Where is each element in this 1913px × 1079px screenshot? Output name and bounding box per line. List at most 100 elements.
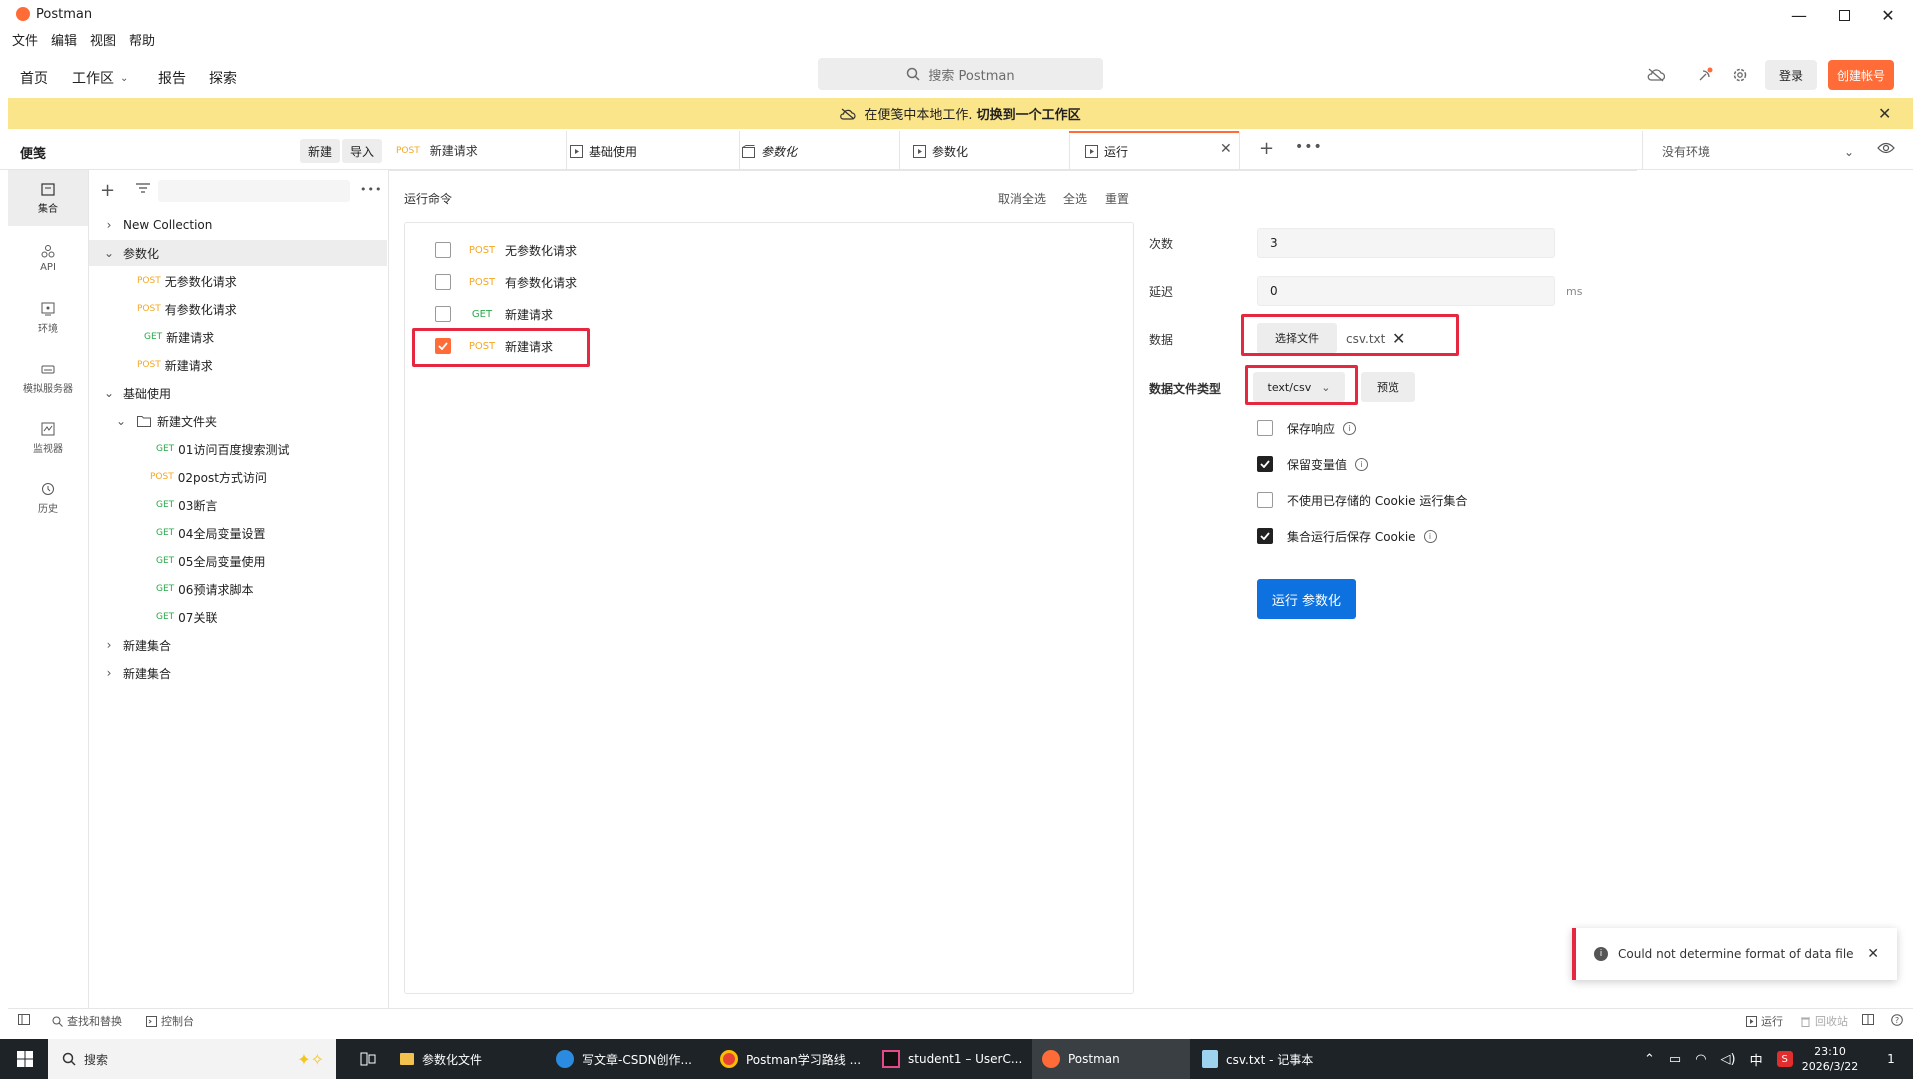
tab-post-new-request[interactable]: POST 新建请求 [389,131,567,170]
menu-view[interactable]: 视图 [90,30,116,52]
option-save-responses[interactable]: 保存响应 i [1257,418,1357,438]
nav-reports[interactable]: 报告 [158,68,186,88]
taskbar-app-chrome[interactable]: Postman学习路线 ... [720,1039,870,1079]
taskbar-app-intellij[interactable]: student1 – UserC... [882,1039,1032,1079]
run-order-item[interactable]: POST 有参数化请求 [435,270,577,294]
rail-environments[interactable]: 环境 [8,290,88,346]
taskbar-clock[interactable]: 23:10 2026/3/22 [1800,1039,1860,1079]
tray-chevron-up-icon[interactable]: ⌃ [1644,1052,1655,1067]
eye-icon[interactable] [1877,142,1895,154]
notification-center-icon[interactable]: 1 [1876,1039,1906,1079]
tree-request[interactable]: GET 04全局变量设置 [89,520,387,546]
collection-search-input[interactable] [158,180,350,202]
tree-basic-collection[interactable]: ⌄ 基础使用 [89,380,387,406]
find-replace-button[interactable]: 查找和替换 [52,1013,122,1029]
maximize-icon[interactable] [1826,4,1862,26]
tree-request[interactable]: GET 新建请求 [89,324,387,350]
new-button[interactable]: 新建 [300,139,341,163]
environment-select[interactable]: 没有环境 ⌄ [1662,143,1854,160]
sogou-ime-icon[interactable]: S [1776,1051,1793,1067]
tree-request[interactable]: GET 01访问百度搜索测试 [89,436,387,462]
checkbox[interactable] [1257,492,1273,508]
taskbar-app-notepad[interactable]: csv.txt - 记事本 [1202,1039,1352,1079]
satellite-icon[interactable] [1694,64,1716,86]
settings-gear-icon[interactable] [1729,64,1751,86]
option-no-stored-cookies[interactable]: 不使用已存储的 Cookie 运行集合 [1257,490,1467,510]
battery-icon[interactable]: ▭ [1669,1052,1681,1067]
add-collection-plus-icon[interactable]: + [100,180,115,201]
cloud-offline-icon[interactable] [1645,64,1667,86]
tree-new-collection[interactable]: › New Collection [89,212,387,238]
iterations-input[interactable]: 3 [1257,228,1555,258]
nav-workspaces[interactable]: 工作区 ⌄ [72,68,128,88]
taskbar-app-edge[interactable]: 写文章-CSDN创作... [556,1039,706,1079]
deselect-all-link[interactable]: 取消全选 [998,190,1046,207]
search-box[interactable]: 搜索 Postman [818,58,1103,90]
wifi-icon[interactable]: ◠ [1695,1052,1706,1067]
request-checkbox[interactable] [435,274,451,290]
taskbar-search-box[interactable]: 搜索 ✦✧ [48,1039,336,1079]
menu-file[interactable]: 文件 [12,30,38,52]
signin-button[interactable]: 登录 [1765,60,1817,90]
tree-new-collection[interactable]: › 新建集合 [89,632,387,658]
sidebar-more-icon[interactable]: ••• [360,183,382,196]
tree-request[interactable]: GET 06预请求脚本 [89,576,387,602]
checkbox[interactable] [1257,420,1273,436]
volume-icon[interactable]: ◁) [1721,1052,1736,1067]
filter-icon[interactable] [135,182,151,194]
toast-close-icon[interactable]: ✕ [1867,946,1879,962]
windows-start-icon[interactable] [10,1039,40,1079]
tree-request[interactable]: POST 有参数化请求 [89,296,387,322]
delay-input[interactable]: 0 [1257,276,1555,306]
checkbox-checked[interactable] [1257,456,1273,472]
tree-request[interactable]: POST 新建请求 [89,352,387,378]
request-checkbox[interactable] [435,242,451,258]
menu-help[interactable]: 帮助 [129,30,155,52]
nav-home[interactable]: 首页 [20,68,48,88]
rail-mock-servers[interactable]: 模拟服务器 [8,350,88,406]
preview-button[interactable]: 预览 [1361,372,1415,402]
reset-link[interactable]: 重置 [1105,190,1129,207]
toggle-sidebar-icon[interactable] [18,1014,30,1025]
menu-edit[interactable]: 编辑 [51,30,77,52]
close-tab-icon[interactable]: ✕ [1220,141,1232,157]
select-all-link[interactable]: 全选 [1063,190,1087,207]
info-icon[interactable]: i [1423,529,1437,543]
tree-request[interactable]: POST 02post方式访问 [89,464,387,490]
info-icon[interactable]: i [1355,457,1369,471]
option-keep-variables[interactable]: 保留变量值 i [1257,454,1369,474]
taskbar-app-explorer[interactable]: 参数化文件 [398,1039,550,1079]
rail-collections[interactable]: 集合 [8,170,88,226]
import-button[interactable]: 导入 [342,139,383,163]
rail-apis[interactable]: API [8,230,88,286]
option-save-cookies[interactable]: 集合运行后保存 Cookie i [1257,526,1437,546]
request-checkbox[interactable] [435,306,451,322]
taskbar-app-postman[interactable]: Postman [1032,1039,1190,1079]
task-view-icon[interactable] [350,1039,386,1079]
nav-explore[interactable]: 探索 [209,68,237,88]
run-order-item[interactable]: POST 无参数化请求 [435,238,577,262]
tab-more-icon[interactable]: ••• [1295,139,1323,155]
two-pane-icon[interactable] [1862,1014,1874,1025]
console-button[interactable]: 控制台 [146,1013,194,1029]
tree-request[interactable]: GET 03断言 [89,492,387,518]
tree-params-collection[interactable]: ⌄ 参数化 [89,240,387,266]
rail-monitors[interactable]: 监视器 [8,410,88,466]
ime-indicator[interactable]: 中 [1750,1050,1763,1069]
rail-history[interactable]: 历史 [8,470,88,526]
tree-request[interactable]: POST 无参数化请求 [89,268,387,294]
create-account-button[interactable]: 创建帐号 [1828,60,1894,90]
info-icon[interactable]: i [1343,421,1357,435]
trash-button[interactable]: 回收站 [1800,1013,1848,1029]
switch-workspace-link[interactable]: 切换到一个工作区 [977,104,1081,123]
tree-request[interactable]: GET 07关联 [89,604,387,630]
checkbox-checked[interactable] [1257,528,1273,544]
minimize-icon[interactable]: — [1781,4,1817,26]
tree-new-collection[interactable]: › 新建集合 [89,660,387,686]
runner-button[interactable]: 运行 [1746,1013,1783,1029]
close-window-icon[interactable]: ✕ [1870,4,1906,26]
new-tab-plus-icon[interactable]: + [1259,138,1274,159]
banner-close-icon[interactable]: ✕ [1878,104,1891,123]
tree-new-folder[interactable]: ⌄ 新建文件夹 [89,408,387,434]
help-icon[interactable]: ? [1891,1014,1903,1026]
